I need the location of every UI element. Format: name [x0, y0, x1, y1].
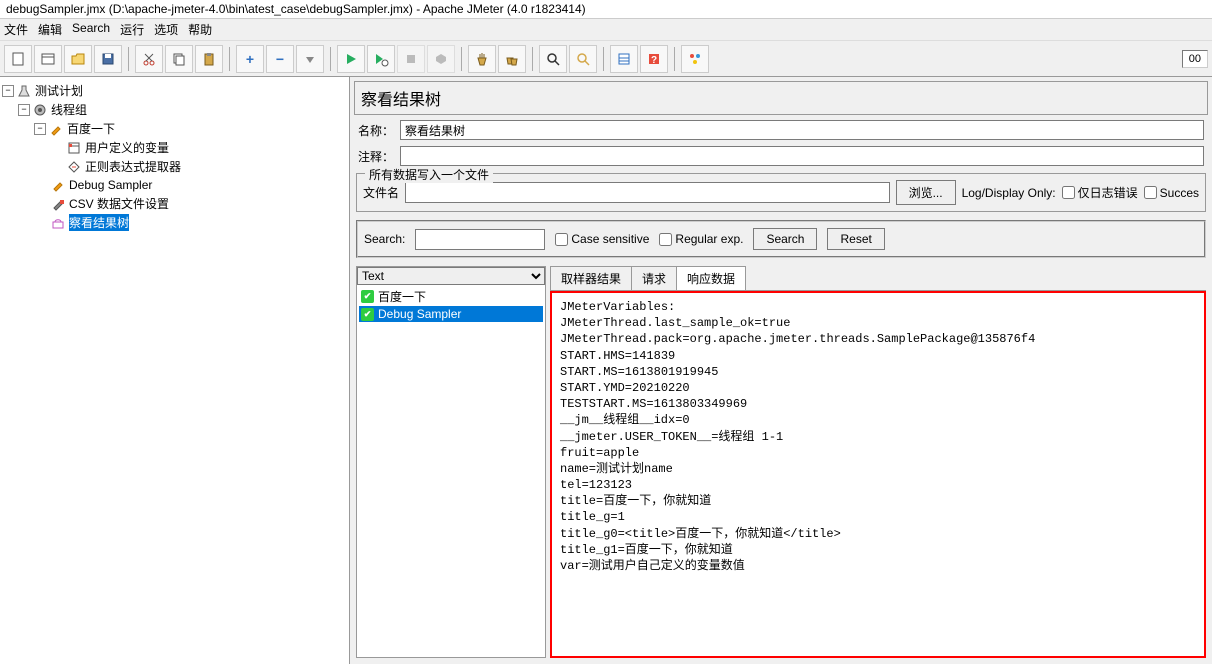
menu-run[interactable]: 运行 — [120, 21, 144, 38]
shutdown-button[interactable] — [427, 45, 455, 73]
paste-button[interactable] — [195, 45, 223, 73]
result-item[interactable]: ✔ Debug Sampler — [359, 306, 543, 322]
search-label: Search: — [364, 232, 405, 246]
result-tabs: 取样器结果 请求 响应数据 — [550, 266, 1206, 291]
comment-input[interactable] — [400, 146, 1204, 166]
tab-response-data[interactable]: 响应数据 — [676, 266, 746, 290]
name-input[interactable] — [400, 120, 1204, 140]
tab-request[interactable]: 请求 — [631, 266, 677, 290]
browse-button[interactable]: 浏览... — [896, 180, 956, 205]
case-sensitive-checkbox[interactable]: Case sensitive — [555, 232, 649, 246]
errors-only-checkbox[interactable]: 仅日志错误 — [1062, 184, 1138, 201]
new-button[interactable] — [4, 45, 32, 73]
config-icon — [50, 196, 66, 212]
result-item[interactable]: ✔ 百度一下 — [359, 287, 543, 306]
thread-group-icon — [32, 102, 48, 118]
results-list[interactable]: ✔ 百度一下 ✔ Debug Sampler — [357, 285, 545, 657]
search-input[interactable] — [415, 229, 545, 250]
tree-regex-extractor[interactable]: 正则表达式提取器 — [0, 157, 349, 176]
dropper-icon — [50, 177, 66, 193]
name-label: 名称： — [358, 122, 394, 139]
fieldset-legend: 所有数据写入一个文件 — [365, 166, 493, 183]
toggle-button[interactable] — [296, 45, 324, 73]
menu-options[interactable]: 选项 — [154, 21, 178, 38]
search-bar: Search: Case sensitive Regular exp. Sear… — [356, 220, 1206, 258]
success-icon: ✔ — [361, 308, 374, 321]
dropper-icon — [48, 121, 64, 137]
comment-label: 注释： — [358, 148, 394, 165]
postprocessor-icon — [66, 159, 82, 175]
menu-file[interactable]: 文件 — [4, 21, 28, 38]
function-helper-button[interactable] — [610, 45, 638, 73]
tree-thread-group[interactable]: − 线程组 — [0, 100, 349, 119]
clear-all-button[interactable] — [498, 45, 526, 73]
svg-text:?: ? — [651, 55, 657, 66]
collapse-icon[interactable]: − — [18, 104, 30, 116]
logdisplay-label: Log/Display Only: — [962, 186, 1056, 200]
success-only-checkbox[interactable]: Succes — [1144, 186, 1199, 200]
cut-button[interactable] — [135, 45, 163, 73]
stop-button[interactable] — [397, 45, 425, 73]
active-threads-counter: 00 — [1182, 50, 1208, 68]
filename-label: 文件名 — [363, 184, 399, 201]
success-icon: ✔ — [361, 290, 374, 303]
panel-header: 察看结果树 — [354, 81, 1208, 115]
start-button[interactable] — [337, 45, 365, 73]
test-fragment-button[interactable] — [681, 45, 709, 73]
open-button[interactable] — [64, 45, 92, 73]
copy-button[interactable] — [165, 45, 193, 73]
tree-view-results-tree[interactable]: 察看结果树 — [0, 213, 349, 232]
response-body[interactable]: JMeterVariables: JMeterThread.last_sampl… — [550, 291, 1206, 658]
collapse-icon[interactable]: − — [34, 123, 46, 135]
menu-edit[interactable]: 编辑 — [38, 21, 62, 38]
filename-input[interactable] — [405, 182, 890, 203]
tree-debug-sampler[interactable]: Debug Sampler — [0, 176, 349, 194]
regex-checkbox[interactable]: Regular exp. — [659, 232, 743, 246]
help-button[interactable]: ? — [640, 45, 668, 73]
toolbar: + − ? 00 — [0, 41, 1212, 77]
config-icon — [66, 140, 82, 156]
search-tree-button[interactable] — [539, 45, 567, 73]
window-title: debugSampler.jmx (D:\apache-jmeter-4.0\b… — [0, 0, 1212, 19]
clear-button[interactable] — [468, 45, 496, 73]
reset-search-button[interactable] — [569, 45, 597, 73]
menu-search[interactable]: Search — [72, 21, 110, 38]
tree-http-sampler[interactable]: − 百度一下 — [0, 119, 349, 138]
menu-bar: 文件 编辑 Search 运行 选项 帮助 — [0, 19, 1212, 41]
results-pane: Text ✔ 百度一下 ✔ Debug Sampler — [356, 266, 546, 658]
expand-button[interactable]: + — [236, 45, 264, 73]
write-results-fieldset: 所有数据写入一个文件 文件名 浏览... Log/Display Only: 仅… — [356, 173, 1206, 212]
test-plan-tree[interactable]: − 测试计划 − 线程组 − 百度一下 用户定义的变量 — [0, 77, 350, 664]
tree-user-vars[interactable]: 用户定义的变量 — [0, 138, 349, 157]
templates-button[interactable] — [34, 45, 62, 73]
start-no-timers-button[interactable] — [367, 45, 395, 73]
tree-test-plan[interactable]: − 测试计划 — [0, 81, 349, 100]
editor-panel: 察看结果树 名称： 注释： 所有数据写入一个文件 文件名 浏览... Log/D… — [350, 77, 1212, 664]
collapse-button[interactable]: − — [266, 45, 294, 73]
renderer-select[interactable]: Text — [357, 267, 545, 285]
flask-icon — [16, 83, 32, 99]
collapse-icon[interactable]: − — [2, 85, 14, 97]
search-button[interactable]: Search — [753, 228, 817, 250]
reset-button[interactable]: Reset — [827, 228, 884, 250]
detail-pane: 取样器结果 请求 响应数据 JMeterVariables: JMeterThr… — [550, 266, 1206, 658]
tab-sampler-result[interactable]: 取样器结果 — [550, 266, 632, 290]
listener-icon — [50, 215, 66, 231]
tree-csv-config[interactable]: CSV 数据文件设置 — [0, 194, 349, 213]
menu-help[interactable]: 帮助 — [188, 21, 212, 38]
save-button[interactable] — [94, 45, 122, 73]
